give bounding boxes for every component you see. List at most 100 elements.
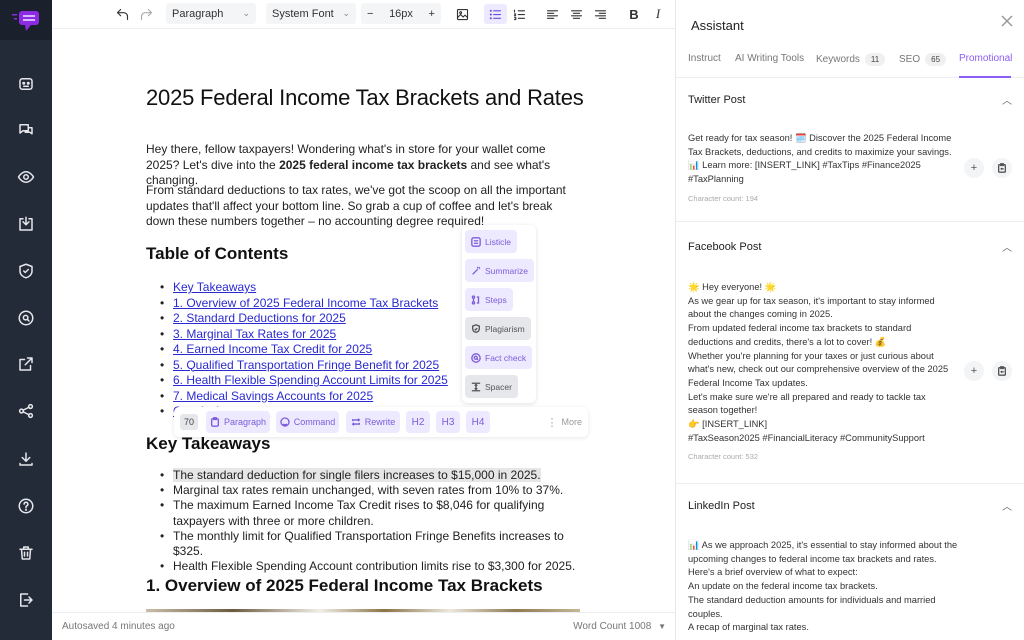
undo-button[interactable] bbox=[112, 4, 132, 24]
plagiarism-button[interactable]: Plagiarism bbox=[465, 317, 531, 340]
document-title[interactable]: 2025 Federal Income Tax Brackets and Rat… bbox=[146, 85, 584, 111]
toc-item: 1. Overview of 2025 Federal Income Tax B… bbox=[160, 296, 448, 312]
takeaway-item[interactable]: Marginal tax rates remain unchanged, wit… bbox=[160, 483, 580, 498]
takeaway-item[interactable]: The maximum Earned Income Tax Credit ris… bbox=[160, 498, 580, 528]
close-icon bbox=[1001, 15, 1013, 27]
download-icon[interactable] bbox=[14, 447, 38, 471]
font-family-select[interactable]: System Font ⌄ bbox=[266, 3, 356, 24]
italic-button[interactable]: I bbox=[650, 4, 666, 24]
twitter-post-text[interactable]: Get ready for tax season! 🗓️ Discover th… bbox=[688, 132, 958, 187]
trash-icon[interactable] bbox=[14, 541, 38, 565]
bullet-list-button[interactable] bbox=[484, 4, 507, 24]
listicle-icon bbox=[471, 236, 481, 247]
editor-toolbar: Paragraph ⌄ System Font ⌄ − 16px + B I bbox=[52, 0, 676, 29]
chevron-down-icon: ⌄ bbox=[342, 8, 350, 18]
chat-icon[interactable] bbox=[14, 118, 38, 142]
rewrite-button[interactable]: Rewrite bbox=[346, 411, 400, 433]
h4-button[interactable]: H4 bbox=[466, 411, 490, 433]
logo-icon bbox=[12, 11, 39, 31]
takeaway-item[interactable]: The monthly limit for Qualified Transpor… bbox=[160, 529, 580, 559]
editor: Paragraph ⌄ System Font ⌄ − 16px + B I 202… bbox=[52, 0, 676, 640]
tab-instruct[interactable]: Instruct bbox=[688, 53, 721, 64]
toc-link[interactable]: 4. Earned Income Tax Credit for 2025 bbox=[173, 342, 372, 356]
takeaways-heading[interactable]: Key Takeaways bbox=[146, 434, 270, 454]
eye-icon[interactable] bbox=[14, 165, 38, 189]
font-size-decrease-button[interactable]: − bbox=[367, 8, 373, 20]
align-left-button[interactable] bbox=[542, 4, 562, 24]
copy-button[interactable] bbox=[992, 158, 1012, 178]
tab-seo[interactable]: SEO 65 bbox=[899, 53, 947, 66]
tab-ai-writing-tools[interactable]: AI Writing Tools bbox=[735, 53, 804, 64]
fact-check-button[interactable]: Fact check bbox=[465, 346, 533, 369]
robot-icon[interactable] bbox=[14, 72, 38, 96]
add-button[interactable]: + bbox=[964, 361, 984, 381]
steps-button[interactable]: Steps bbox=[465, 288, 513, 311]
listicle-button[interactable]: Listicle bbox=[465, 230, 517, 253]
font-size-increase-button[interactable]: + bbox=[429, 8, 435, 20]
tab-promotional[interactable]: Promotional bbox=[959, 53, 1012, 64]
align-right-button[interactable] bbox=[590, 4, 610, 24]
toc-link[interactable]: 2. Standard Deductions for 2025 bbox=[173, 311, 346, 325]
section-title[interactable]: LinkedIn Post bbox=[688, 500, 755, 512]
overview-heading[interactable]: 1. Overview of 2025 Federal Income Tax B… bbox=[146, 576, 543, 596]
add-button[interactable]: + bbox=[964, 158, 984, 178]
close-button[interactable] bbox=[1000, 14, 1014, 28]
h3-button[interactable]: H3 bbox=[436, 411, 460, 433]
facebook-post-text[interactable]: 🌟 Hey everyone! 🌟 As we gear up for tax … bbox=[688, 281, 958, 445]
bold-button[interactable]: B bbox=[626, 4, 642, 24]
chevron-up-icon[interactable]: ︿ bbox=[1002, 239, 1012, 254]
paragraph-button[interactable]: Paragraph bbox=[206, 411, 270, 433]
logout-icon[interactable] bbox=[14, 588, 38, 612]
insert-image-button[interactable] bbox=[452, 4, 472, 24]
chevron-up-icon[interactable]: ︿ bbox=[1002, 92, 1012, 107]
font-size-value[interactable]: 16px bbox=[389, 8, 413, 20]
app-logo[interactable] bbox=[0, 0, 52, 40]
toc-link[interactable]: 1. Overview of 2025 Federal Income Tax B… bbox=[173, 296, 438, 310]
word-count-dropdown[interactable]: Word Count 1008 ▼ bbox=[573, 621, 666, 632]
section-title[interactable]: Facebook Post bbox=[688, 241, 761, 253]
rewrite-label: Rewrite bbox=[364, 417, 396, 427]
h2-button[interactable]: H2 bbox=[406, 411, 430, 433]
linkedin-post-text[interactable]: 📊 As we approach 2025, it's essential to… bbox=[688, 539, 958, 635]
toc-link[interactable]: 5. Qualified Transportation Fringe Benef… bbox=[173, 358, 439, 372]
copy-button[interactable] bbox=[992, 361, 1012, 381]
character-count: Character count: 194 bbox=[688, 194, 759, 203]
command-button[interactable]: Command bbox=[276, 411, 339, 433]
chevron-up-icon[interactable]: ︿ bbox=[1002, 498, 1012, 513]
import-icon[interactable] bbox=[14, 212, 38, 236]
font-family-value: System Font bbox=[272, 7, 334, 20]
section-title[interactable]: Twitter Post bbox=[688, 94, 745, 106]
repeat-icon bbox=[351, 418, 361, 426]
steps-label: Steps bbox=[485, 294, 507, 305]
help-icon[interactable] bbox=[14, 494, 38, 518]
toc-item: 6. Health Flexible Spending Account Limi… bbox=[160, 373, 448, 389]
tab-keywords[interactable]: Keywords 11 bbox=[816, 53, 886, 66]
italic-icon: I bbox=[655, 6, 661, 21]
toc-heading[interactable]: Table of Contents bbox=[146, 244, 288, 264]
intro-paragraph-2[interactable]: From standard deductions to tax rates, w… bbox=[146, 183, 576, 230]
takeaway-item[interactable]: Health Flexible Spending Account contrib… bbox=[160, 559, 580, 574]
toc-link[interactable]: Key Takeaways bbox=[173, 280, 256, 294]
fact-check-label: Fact check bbox=[485, 352, 527, 363]
summarize-button[interactable]: Summarize bbox=[465, 259, 534, 282]
numbered-list-button[interactable] bbox=[509, 4, 529, 24]
summarize-label: Summarize bbox=[485, 265, 528, 276]
toc-link[interactable]: 3. Marginal Tax Rates for 2025 bbox=[173, 327, 336, 341]
plagiarism-label: Plagiarism bbox=[485, 323, 525, 334]
listicle-label: Listicle bbox=[485, 236, 511, 247]
spacer-button[interactable]: Spacer bbox=[465, 375, 518, 398]
toc-link[interactable]: 6. Health Flexible Spending Account Limi… bbox=[173, 373, 448, 387]
redo-button[interactable] bbox=[136, 4, 156, 24]
share-icon[interactable] bbox=[14, 399, 38, 423]
takeaway-item[interactable]: The standard deduction for single filers… bbox=[160, 468, 580, 483]
toc-item: 3. Marginal Tax Rates for 2025 bbox=[160, 327, 448, 343]
shield-check-icon[interactable] bbox=[14, 259, 38, 283]
external-link-icon[interactable] bbox=[14, 352, 38, 376]
toc-link[interactable]: 7. Medical Savings Accounts for 2025 bbox=[173, 389, 373, 403]
tab-label: AI Writing Tools bbox=[735, 53, 805, 64]
search-circle-icon[interactable] bbox=[14, 306, 38, 330]
more-button[interactable]: ⋮ More bbox=[546, 411, 582, 433]
align-center-button[interactable] bbox=[566, 4, 586, 24]
intro-paragraph-1[interactable]: Hey there, fellow taxpayers! Wondering w… bbox=[146, 142, 576, 189]
block-type-select[interactable]: Paragraph ⌄ bbox=[166, 3, 256, 24]
